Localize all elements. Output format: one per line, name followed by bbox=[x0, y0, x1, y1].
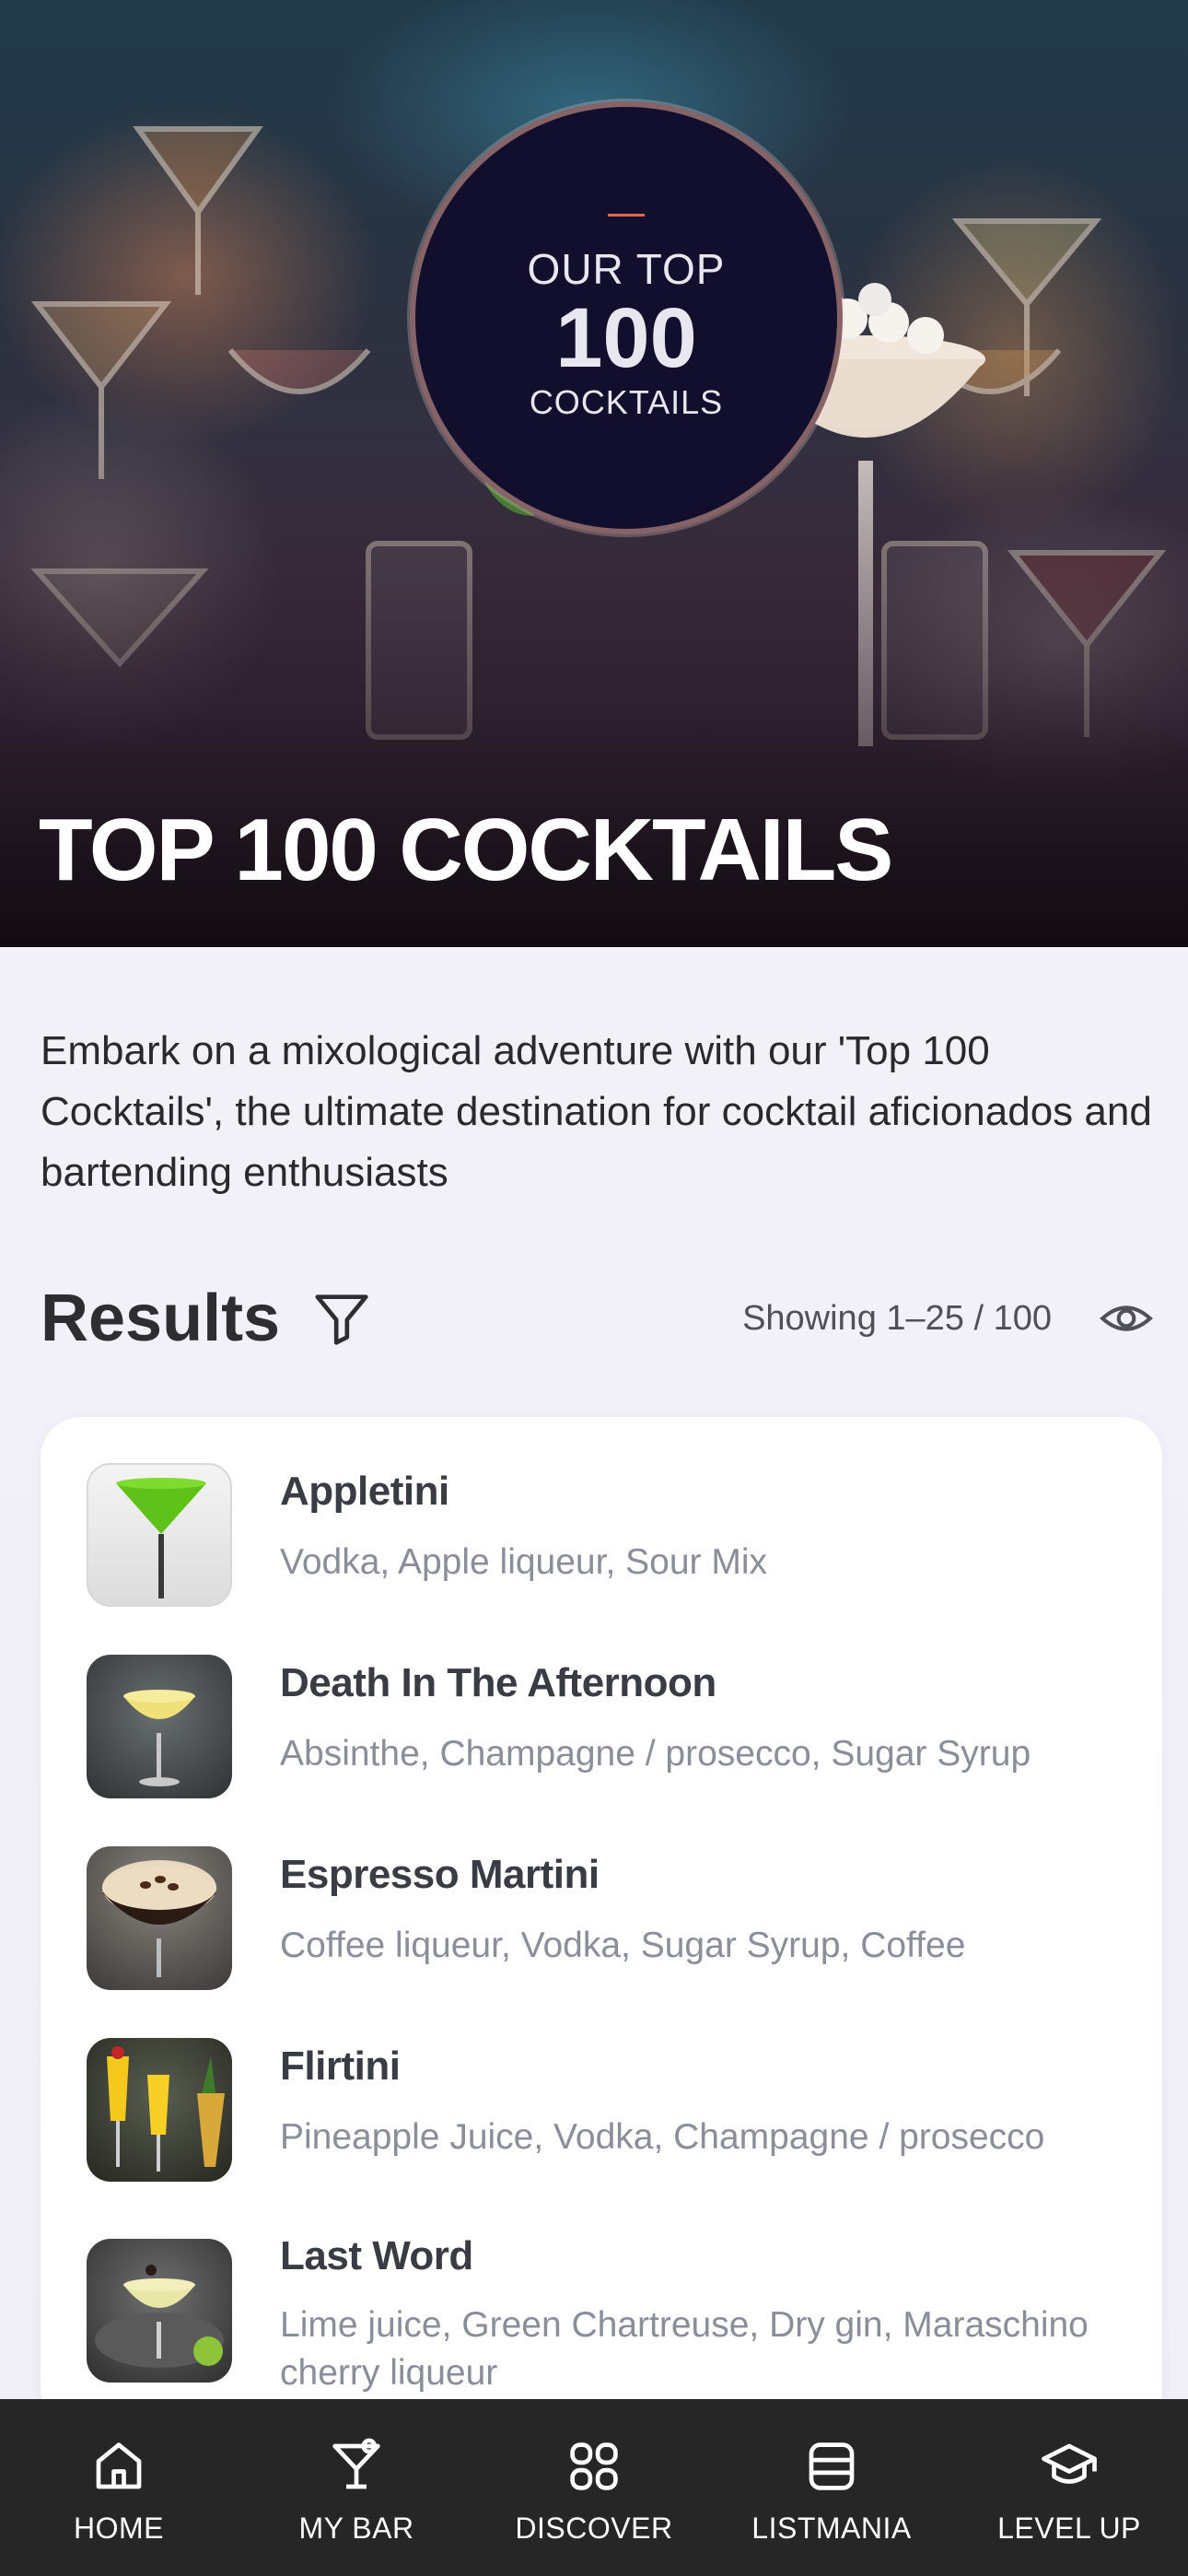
nav-label: LEVEL UP bbox=[997, 2512, 1141, 2545]
grid-icon bbox=[570, 2442, 618, 2490]
cocktail-name: Death In The Afternoon bbox=[280, 1660, 716, 1705]
badge-line-3: COCKTAILS bbox=[529, 382, 724, 421]
nav-home[interactable]: HOME bbox=[0, 2399, 238, 2576]
list-item[interactable]: Death In The Afternoon Absinthe, Champag… bbox=[87, 1655, 1146, 1802]
nav-label: HOME bbox=[74, 2512, 164, 2545]
list-description: Embark on a mixological adventure with o… bbox=[41, 1028, 1152, 1195]
cocktail-ingredients: Absinthe, Champagne / prosecco, Sugar Sy… bbox=[280, 1734, 1031, 1774]
cocktail-ingredients: Lime juice, Green Chartreuse, Dry gin, M… bbox=[280, 2305, 1089, 2393]
nav-my-bar[interactable]: MY BAR bbox=[238, 2399, 475, 2576]
results-header: Results Showing 1–25 / 100 bbox=[41, 1277, 1155, 1360]
filter-icon[interactable] bbox=[309, 1286, 374, 1351]
hero-banner: OUR TOP 100 COCKTAILS TOP 100 COCKTAILS bbox=[0, 0, 1188, 947]
nav-discover[interactable]: DISCOVER bbox=[475, 2399, 713, 2576]
nav-label: LISTMANIA bbox=[751, 2512, 912, 2545]
home-icon bbox=[96, 2442, 142, 2489]
nav-level-up[interactable]: LEVEL UP bbox=[950, 2399, 1188, 2576]
cocktail-image-last-word bbox=[87, 2239, 232, 2383]
nav-label: MY BAR bbox=[298, 2512, 414, 2545]
nav-listmania[interactable]: LISTMANIA bbox=[713, 2399, 950, 2576]
cocktail-name: Appletini bbox=[280, 1469, 449, 1514]
cocktail-image-death-in-the-afternoon bbox=[87, 1655, 232, 1798]
graduation-cap-icon bbox=[1042, 2443, 1097, 2484]
results-count: Showing 1–25 / 100 bbox=[742, 1298, 1052, 1338]
list-item[interactable]: Flirtini Pineapple Juice, Vodka, Champag… bbox=[87, 2038, 1146, 2185]
list-item[interactable]: Last Word Lime juice, Green Chartreuse, … bbox=[87, 2233, 1146, 2423]
results-title: Results bbox=[41, 1282, 281, 1355]
cocktail-glass-icon bbox=[332, 2438, 380, 2489]
cocktail-name: Last Word bbox=[280, 2233, 473, 2278]
cocktail-image-appletini bbox=[87, 1463, 232, 1607]
cocktail-image-flirtini bbox=[87, 2038, 232, 2182]
list-item[interactable]: Appletini Vodka, Apple liqueur, Sour Mix bbox=[87, 1463, 1146, 1610]
list-icon bbox=[809, 2442, 855, 2490]
cocktail-ingredients: Coffee liqueur, Vodka, Sugar Syrup, Coff… bbox=[280, 1926, 966, 1965]
eye-icon[interactable] bbox=[1098, 1290, 1155, 1347]
badge-line-2: 100 bbox=[555, 291, 697, 386]
nav-label: DISCOVER bbox=[515, 2512, 673, 2545]
page-title: TOP 100 COCKTAILS bbox=[39, 801, 893, 899]
list-item[interactable]: Espresso Martini Coffee liqueur, Vodka, … bbox=[87, 1846, 1146, 1994]
bottom-navigation: HOME MY BAR DISCOVER LISTMANIA LEVEL UP bbox=[0, 2399, 1188, 2576]
cocktail-ingredients: Pineapple Juice, Vodka, Champagne / pros… bbox=[280, 2117, 1045, 2157]
cocktail-image-espresso-martini bbox=[87, 1846, 232, 1990]
top-100-badge: OUR TOP 100 COCKTAILS bbox=[410, 101, 843, 534]
cocktail-name: Espresso Martini bbox=[280, 1852, 600, 1897]
cocktail-name: Flirtini bbox=[280, 2043, 401, 2089]
cocktail-ingredients: Vodka, Apple liqueur, Sour Mix bbox=[280, 1542, 767, 1582]
results-list: Appletini Vodka, Apple liqueur, Sour Mix… bbox=[41, 1417, 1162, 2430]
badge-line-1: OUR TOP bbox=[527, 245, 726, 294]
badge-accent-line bbox=[608, 214, 645, 217]
